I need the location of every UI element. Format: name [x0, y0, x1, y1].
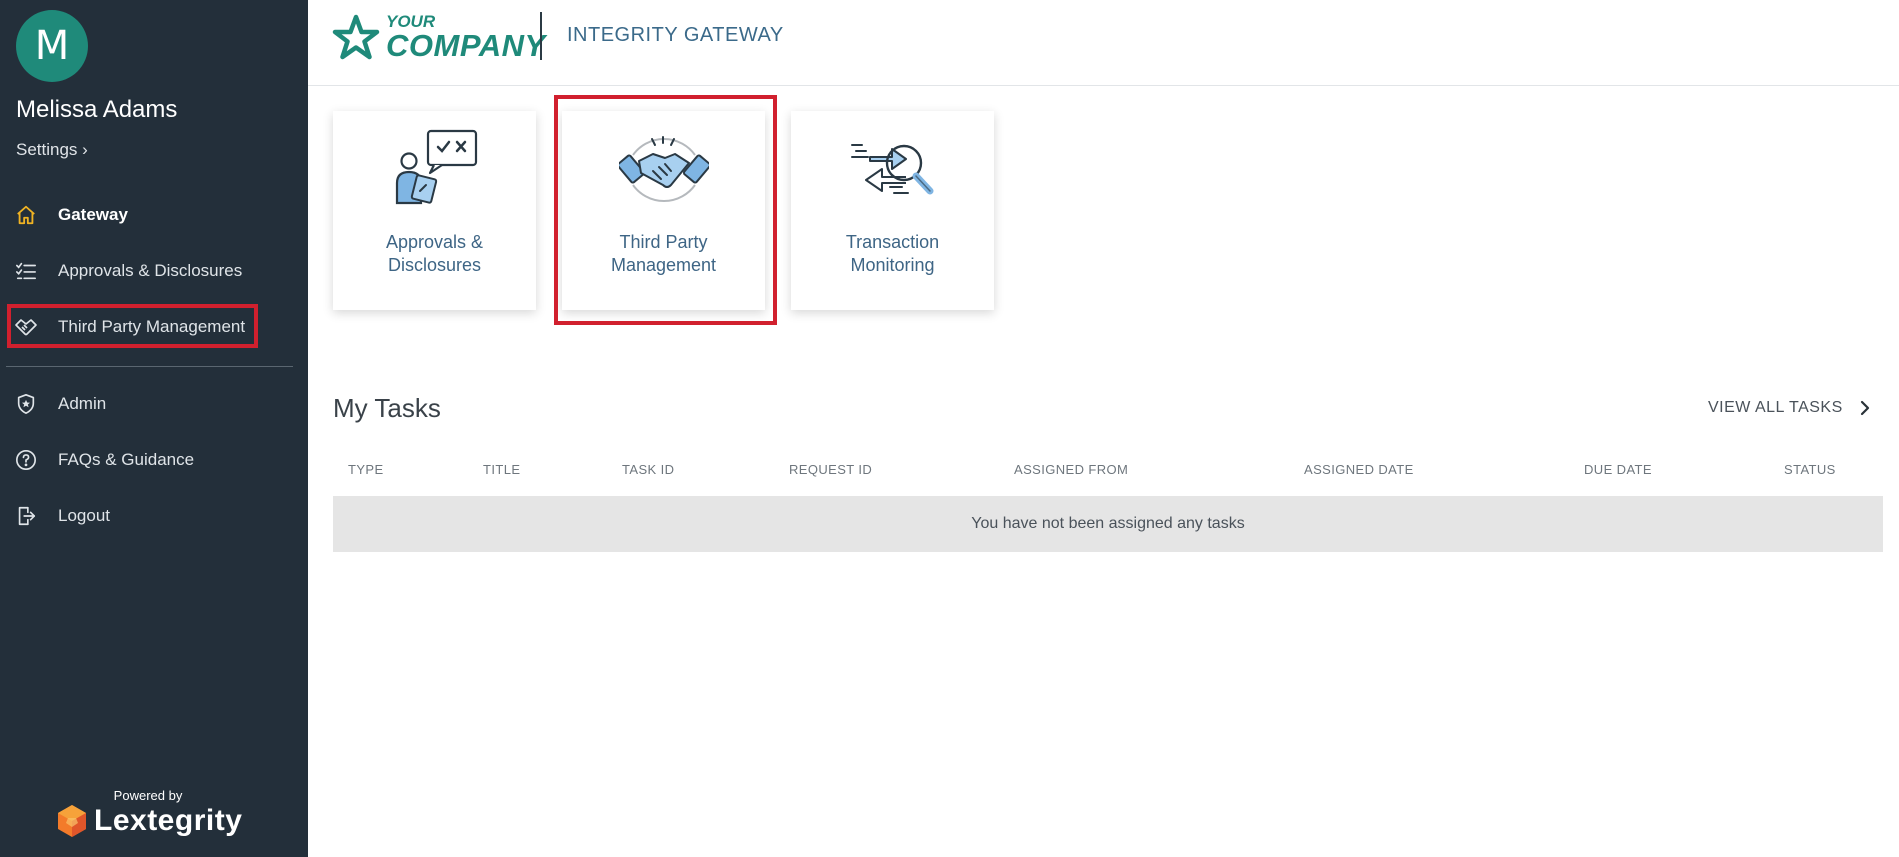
nav-divider: [6, 366, 293, 367]
sidebar-item-label: Gateway: [58, 205, 128, 224]
settings-link[interactable]: Settings ›: [16, 140, 88, 160]
tasks-heading: My Tasks: [333, 393, 441, 423]
column-header-assigned-date[interactable]: ASSIGNED DATE: [1304, 462, 1414, 477]
sidebar-item-label: Approvals & Disclosures: [58, 261, 243, 280]
question-circle-icon: [14, 448, 38, 472]
sidebar-item-gateway[interactable]: Gateway: [0, 193, 308, 237]
column-header-status[interactable]: STATUS: [1784, 462, 1836, 477]
lextegrity-logo: Lextegrity: [56, 804, 242, 838]
tile-label-line1: Transaction: [845, 232, 940, 252]
company-logo[interactable]: YOUR COMPANY: [332, 12, 545, 63]
view-all-label: VIEW ALL TASKS: [1708, 399, 1843, 416]
highlight-box: [7, 304, 258, 348]
column-header-assigned-from[interactable]: ASSIGNED FROM: [1014, 462, 1128, 477]
sidebar-item-approvals[interactable]: Approvals & Disclosures: [0, 249, 308, 293]
empty-tasks-message: You have not been assigned any tasks: [971, 515, 1245, 532]
star-icon: [332, 14, 380, 60]
approvals-icon: [395, 129, 477, 205]
tile-label-line2: Disclosures: [387, 255, 482, 275]
avatar[interactable]: M: [16, 10, 88, 82]
sidebar-item-admin[interactable]: Admin: [0, 382, 308, 426]
view-all-tasks-link[interactable]: VIEW ALL TASKS: [1708, 399, 1871, 417]
sidebar-item-logout[interactable]: Logout: [0, 494, 308, 538]
magnifier-arrows-icon: [850, 144, 933, 195]
tile-approvals-disclosures[interactable]: Approvals & Disclosures: [333, 111, 536, 310]
powered-by-text: Powered by: [113, 788, 183, 803]
highlight-box: [554, 95, 777, 325]
column-header-request-id[interactable]: REQUEST ID: [789, 462, 872, 477]
sidebar-item-faqs[interactable]: FAQs & Guidance: [0, 438, 308, 482]
sidebar-item-label: Logout: [58, 506, 110, 525]
column-header-due-date[interactable]: DUE DATE: [1584, 462, 1652, 477]
sidebar: M Melissa Adams Settings › Gateway Appro…: [0, 0, 308, 857]
empty-tasks-row: You have not been assigned any tasks: [333, 496, 1883, 552]
sidebar-item-label: Admin: [58, 394, 107, 413]
user-name: Melissa Adams: [16, 96, 178, 123]
home-icon: [14, 203, 38, 227]
column-header-title[interactable]: TITLE: [483, 462, 520, 477]
logo-company-text: COMPANY: [386, 28, 546, 63]
lextegrity-hex-icon: [58, 805, 86, 837]
tile-transaction-monitoring[interactable]: Transaction Monitoring: [791, 111, 994, 310]
column-header-type[interactable]: TYPE: [348, 462, 384, 477]
column-header-task-id[interactable]: TASK ID: [622, 462, 674, 477]
tile-label-line2: Monitoring: [850, 255, 935, 275]
brand-name: Lextegrity: [94, 804, 243, 837]
header: YOUR COMPANY INTEGRITY GATEWAY: [308, 0, 1899, 86]
header-divider: [540, 12, 542, 60]
tile-label: Approvals & Disclosures: [333, 231, 536, 277]
tile-label-line1: Approvals &: [385, 232, 484, 252]
tile-label: Transaction Monitoring: [791, 231, 994, 277]
shield-star-icon: [14, 392, 38, 416]
app-window: M Melissa Adams Settings › Gateway Appro…: [0, 0, 1899, 857]
logout-icon: [14, 504, 38, 528]
page-title: INTEGRITY GATEWAY: [567, 24, 784, 46]
chevron-right-icon: [1860, 400, 1869, 416]
sidebar-item-label: FAQs & Guidance: [58, 450, 195, 469]
checklist-icon: [14, 259, 38, 283]
